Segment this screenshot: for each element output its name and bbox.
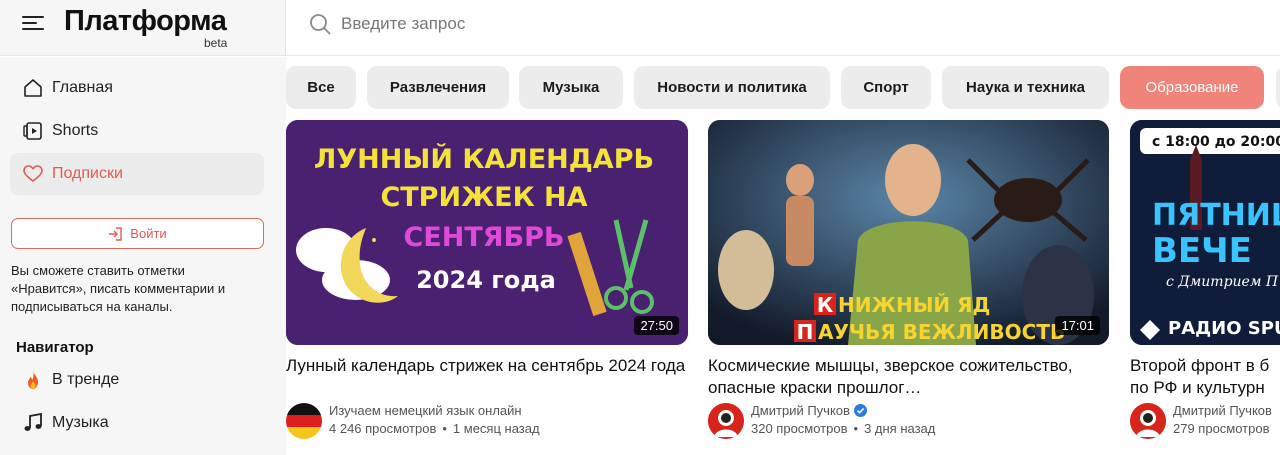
search-bar (287, 0, 1280, 56)
thumb-text-line: СТРИЖЕК НА (380, 182, 587, 213)
thumb-text-line: с 18:00 до 20:00 (1152, 134, 1280, 150)
login-button[interactable]: Войти (11, 218, 264, 249)
sidebar-item-label: Главная (52, 79, 113, 96)
channel-name[interactable]: Изучаем немецкий язык онлайн (329, 403, 522, 418)
menu-icon[interactable] (22, 13, 44, 33)
thumb-text-line: РАДИО SPU (1168, 318, 1280, 339)
logo-beta-badge: beta (204, 36, 228, 50)
thumb-text-line: ПЯТНИЦ (1152, 198, 1280, 233)
thumbnail-art: с 18:00 до 20:00 ПЯТНИЦ ВЕЧЕ с Дмитрием … (1130, 120, 1280, 345)
video-duration: 27:50 (634, 316, 679, 335)
thumb-text-line: 2024 года (416, 266, 556, 294)
sidebar-item-shorts[interactable]: Shorts (10, 110, 264, 152)
sidebar-item-label: Музыка (52, 414, 109, 431)
video-meta: 279 просмотров (1173, 421, 1270, 436)
thumb-text-line: с Дмитрием П (1166, 274, 1279, 290)
video-thumbnail[interactable]: П К НИЖНЫЙ ЯД АУЧЬЯ ВЕЖЛИВОСТЬ 17:01 (708, 120, 1109, 345)
logo[interactable]: Платформа (64, 5, 227, 38)
fire-icon (22, 369, 44, 391)
video-title[interactable]: Космические мышцы, зверское сожительство… (708, 355, 1108, 399)
login-label: Войти (130, 226, 167, 241)
chip-news-politics[interactable]: Новости и политика (634, 66, 830, 109)
login-hint-text: Вы сможете ставить отметки «Нравится», п… (11, 263, 226, 314)
video-title[interactable]: Лунный календарь стрижек на сентябрь 202… (286, 355, 686, 377)
video-meta: 4 246 просмотров • 1 месяц назад (329, 421, 540, 436)
search-input[interactable] (341, 12, 941, 36)
avatar-portrait-icon (708, 403, 744, 439)
chip-education[interactable]: Образование (1120, 66, 1264, 109)
shorts-icon (22, 120, 44, 142)
thumb-text-line: К (817, 293, 834, 317)
chip-sports[interactable]: Спорт (841, 66, 931, 109)
chip-all[interactable]: Все (286, 66, 356, 109)
search-icon[interactable] (309, 13, 331, 35)
video-thumbnail[interactable]: с 18:00 до 20:00 ПЯТНИЦ ВЕЧЕ с Дмитрием … (1130, 120, 1280, 345)
sidebar-item-subscriptions[interactable]: Подписки (10, 153, 264, 195)
thumb-text-line: П (797, 320, 814, 344)
thumbnail-art: ЛУННЫЙ КАЛЕНДАРЬ СТРИЖЕК НА СЕНТЯБРЬ 202… (286, 120, 688, 345)
avatar-portrait-icon (1130, 403, 1166, 439)
thumb-text-line: ВЕЧЕ (1152, 231, 1252, 271)
channel-avatar[interactable] (1130, 403, 1166, 439)
chip-entertainment[interactable]: Развлечения (367, 66, 509, 109)
heart-icon (22, 163, 44, 185)
video-meta: 320 просмотров • 3 дня назад (751, 421, 936, 436)
thumb-text-line: НИЖНЫЙ ЯД (838, 293, 990, 317)
chip-next-partial[interactable] (1276, 66, 1280, 109)
thumb-text-line: ЛУННЫЙ КАЛЕНДАРЬ (314, 143, 654, 175)
chip-music[interactable]: Музыка (519, 66, 623, 109)
view-count: 279 просмотров (1173, 421, 1270, 436)
sidebar-item-trending[interactable]: В тренде (10, 359, 264, 401)
sidebar-item-label: Подписки (52, 165, 123, 182)
sidebar-item-label: В тренде (52, 371, 120, 388)
verified-badge-icon (853, 404, 867, 417)
home-icon (22, 77, 44, 99)
channel-name[interactable]: Дмитрий Пучков (751, 403, 867, 418)
video-title[interactable]: Второй фронт в б по РФ и культурн (1130, 355, 1280, 399)
thumb-text-line: СЕНТЯБРЬ (403, 222, 564, 253)
upload-age: 1 месяц назад (452, 421, 540, 436)
sidebar-item-music[interactable]: Музыка (10, 402, 264, 444)
sidebar-item-home[interactable]: Главная (10, 67, 264, 109)
video-thumbnail[interactable]: ЛУННЫЙ КАЛЕНДАРЬ СТРИЖЕК НА СЕНТЯБРЬ 202… (286, 120, 688, 345)
channel-avatar[interactable] (708, 403, 744, 439)
view-count: 4 246 просмотров (329, 421, 437, 436)
music-note-icon (22, 412, 44, 434)
thumbnail-art: П К НИЖНЫЙ ЯД АУЧЬЯ ВЕЖЛИВОСТЬ (708, 120, 1109, 345)
thumb-text-line: АУЧЬЯ ВЕЖЛИВОСТЬ (818, 320, 1065, 344)
sidebar-item-label: Shorts (52, 122, 99, 139)
channel-avatar[interactable] (286, 403, 322, 439)
navigator-heading: Навигатор (16, 339, 94, 356)
german-flag-icon (286, 403, 322, 439)
app-root: Платформа beta Главная Shorts Подпи (0, 0, 1280, 455)
view-count: 320 просмотров (751, 421, 848, 436)
channel-name[interactable]: Дмитрий Пучков (1173, 403, 1272, 418)
login-icon (109, 226, 122, 241)
upload-age: 3 дня назад (864, 421, 936, 436)
video-duration: 17:01 (1055, 316, 1100, 335)
chip-science-tech[interactable]: Наука и техника (942, 66, 1109, 109)
header-logo-area: Платформа beta (0, 0, 286, 56)
sidebar: Главная Shorts Подписки Войти Вы сможете… (0, 57, 286, 455)
